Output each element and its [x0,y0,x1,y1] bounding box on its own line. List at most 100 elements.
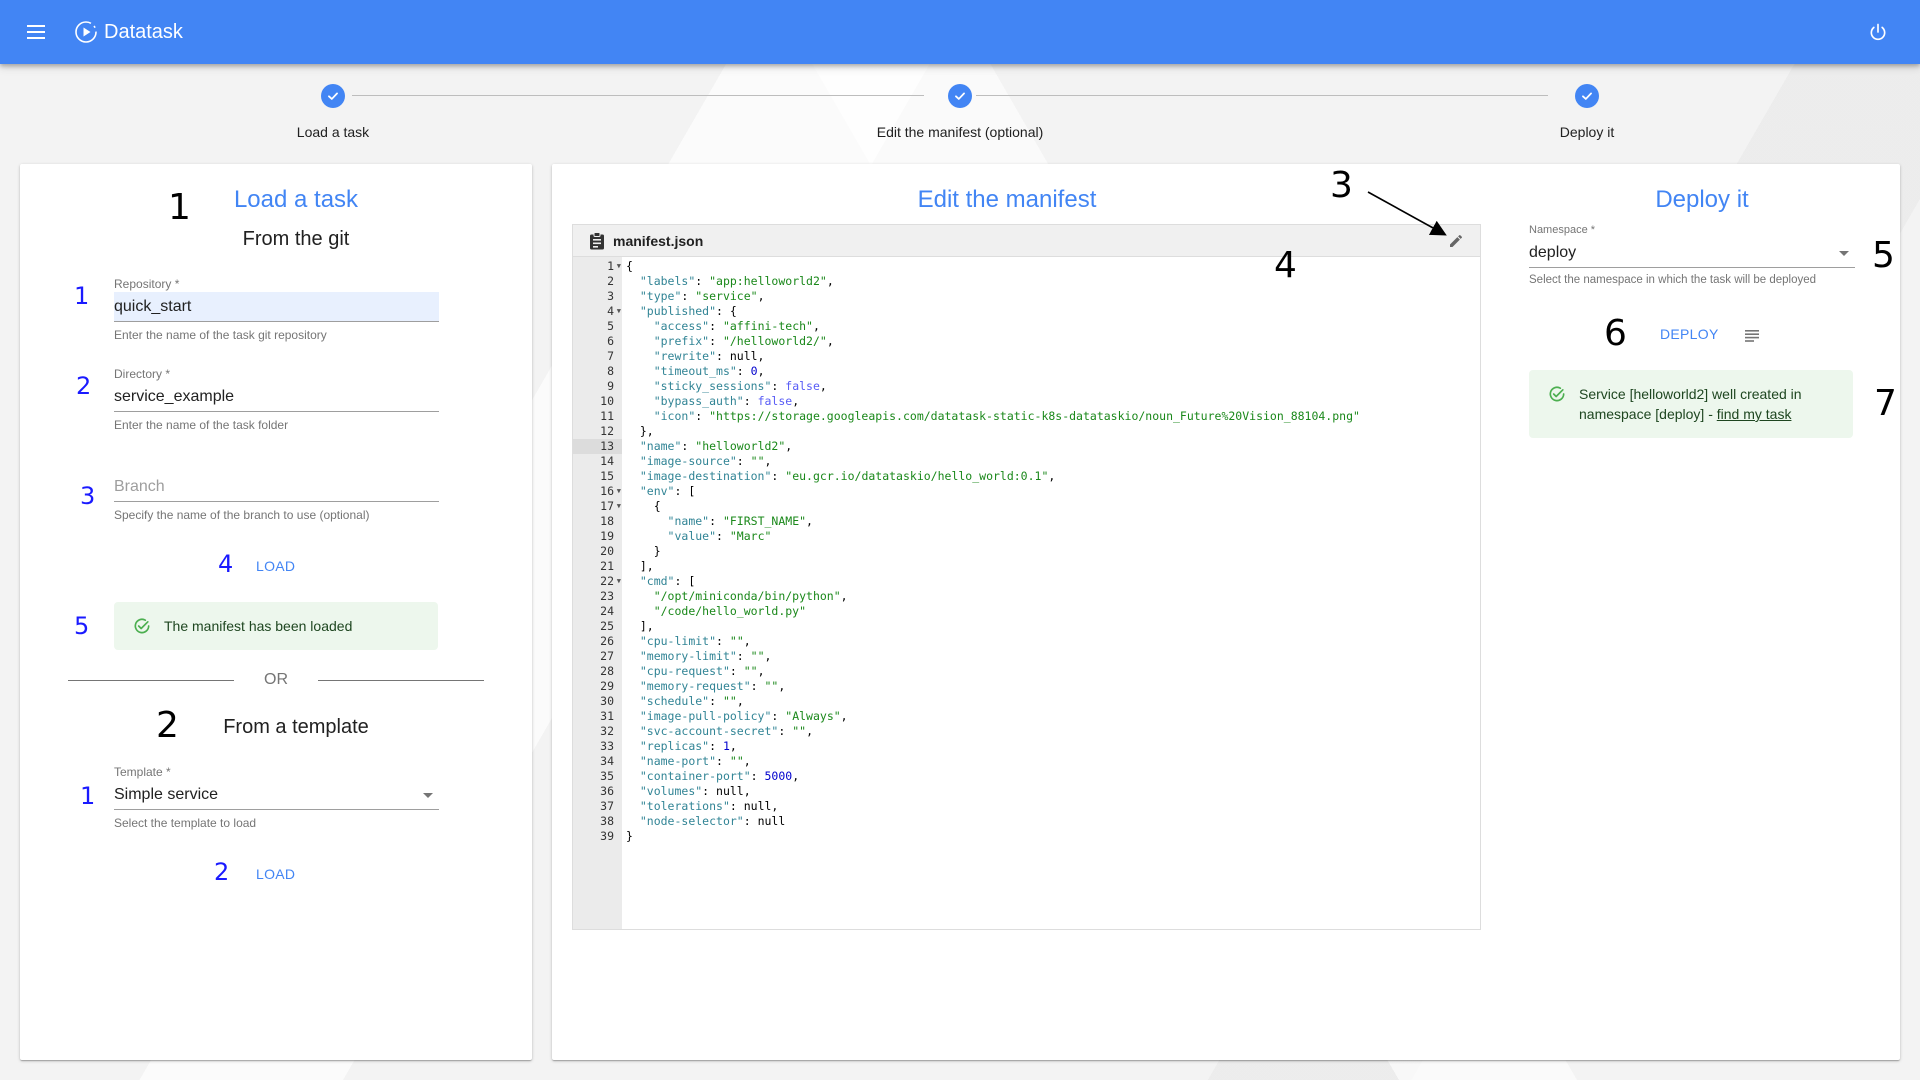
annotation-number: 4 [218,550,234,578]
code-line: ], [626,559,654,573]
line-number: 18 [600,514,614,528]
template-value: Simple service [114,786,219,803]
editor-header: manifest.json [573,225,1480,257]
code-line: { [626,499,661,513]
line-number: 6 [607,334,614,348]
editor-body[interactable]: 1 ▼ 2 3 4 ▼ 5 6 7 8 9 10 11 12 13 14 15 16 ▼ 17 ▼ 18 19 20 21 22 ▼… [573,257,1480,929]
code-line: "node-selector": null [639,814,786,828]
check-icon [321,84,345,108]
annotation-number: 7 [1874,383,1897,424]
repository-label: Repository * [114,277,180,291]
step-load[interactable]: Load a task [183,80,483,140]
code-area[interactable]: { "labels": "app:helloworld2", "type": "… [622,257,1480,929]
code-line: "icon": "https://storage.googleapis.com/… [653,409,1360,423]
line-number: 11 [600,409,614,423]
code-line: "cmd": [ [639,574,696,588]
template-select[interactable]: Simple service [114,780,439,810]
step-label: Load a task [296,124,370,140]
line-number: 34 [600,754,614,768]
repository-hint: Enter the name of the task git repositor… [114,328,327,342]
repository-input[interactable]: quick_start [114,292,439,322]
line-number: 1 ▼ [607,259,621,274]
load-git-button[interactable]: LOAD [246,552,305,580]
namespace-label: Namespace * [1529,224,1596,236]
check-icon [948,84,972,108]
deploy-success-message: Service [helloworld2] well created in na… [1579,386,1802,422]
fold-arrow-icon[interactable]: ▼ [617,259,621,274]
code-line: "name": "helloworld2", [639,439,793,453]
step-deploy[interactable]: Deploy it [1437,80,1737,140]
step-edit[interactable]: Edit the manifest (optional) [810,80,1110,140]
deploy-success-alert: Service [helloworld2] well created in na… [1529,370,1853,438]
line-number: 3 [607,289,614,303]
code-line: "prefix": "/helloworld2/", [653,334,834,348]
line-number: 8 [607,364,614,378]
code-line: "rewrite": null, [653,349,765,363]
success-check-icon [1549,386,1565,402]
line-number: 32 [600,724,614,738]
line-number: 27 [600,649,614,663]
step-label: Deploy it [1559,124,1615,140]
branch-input[interactable]: Branch [114,472,439,502]
namespace-select[interactable]: deploy [1529,238,1855,268]
annotation-number: 6 [1604,313,1627,354]
code-line: "name": "FIRST_NAME", [667,514,813,528]
code-line: "bypass_auth": false, [653,394,800,408]
annotation-number: 3 [80,482,96,510]
line-number-gutter: 1 ▼ 2 3 4 ▼ 5 6 7 8 9 10 11 12 13 14 15 16 ▼ 17 ▼ 18 19 20 21 22 ▼… [573,257,622,929]
code-line: "image-pull-policy": "Always", [639,709,848,723]
deploy-button[interactable]: DEPLOY [1650,320,1729,348]
template-field: Template * Simple service Select the tem… [114,764,439,830]
load-template-button[interactable]: LOAD [246,860,305,888]
logs-button[interactable] [1740,324,1764,348]
line-number: 37 [600,799,614,813]
manifest-loaded-alert: The manifest has been loaded [114,602,438,650]
repository-field: Repository * quick_start Enter the name … [114,276,439,342]
code-line: "value": "Marc" [667,529,772,543]
directory-input[interactable]: service_example [114,382,439,412]
stepper: Load a task Edit the manifest (optional)… [0,80,1920,150]
fold-arrow-icon[interactable]: ▼ [617,499,621,514]
code-line: "access": "affini-tech", [653,319,820,333]
code-line: "schedule": "", [639,694,744,708]
code-line: "timeout_ms": 0, [653,364,765,378]
find-my-task-link[interactable]: find my task [1717,406,1792,422]
code-line: "cpu-request": "", [639,664,765,678]
manifest-deploy-card: Edit the manifest 3 manifest.json 1 ▼ 2 3 4 ▼… [552,164,1900,1060]
annotation-arrow [1367,191,1447,236]
line-number: 15 [600,469,614,483]
menu-button[interactable] [12,8,60,56]
code-line: "type": "service", [639,289,765,303]
fold-arrow-icon[interactable]: ▼ [617,484,621,499]
line-number: 26 [600,634,614,648]
code-line: "env": [ [639,484,696,498]
line-number: 13 [573,439,622,454]
code-line: "image-source": "", [639,454,772,468]
directory-hint: Enter the name of the task folder [114,418,289,432]
code-line: "/opt/miniconda/bin/python", [653,589,848,603]
line-number: 17 ▼ [600,499,621,514]
code-line: "memory-request": "", [639,679,786,693]
clipboard-icon [590,231,604,249]
edit-manifest-title: Edit the manifest [917,186,1097,213]
app-bar: Datatask [0,0,1920,64]
fold-arrow-icon[interactable]: ▼ [617,304,621,319]
code-line: "container-port": 5000, [639,769,800,783]
fold-arrow-icon[interactable]: ▼ [617,574,621,589]
from-template-subtitle: From a template [223,716,369,738]
namespace-hint: Select the namespace in which the task w… [1529,274,1817,286]
line-number: 33 [600,739,614,753]
template-hint: Select the template to load [114,816,257,830]
namespace-value: deploy [1529,244,1577,261]
line-number: 10 [600,394,614,408]
line-number: 20 [600,544,614,558]
logout-button[interactable] [1858,12,1898,52]
load-task-card: 1 Load a task From the git 1 Repository … [20,164,532,1060]
directory-label: Directory * [114,367,171,381]
editor-filename: manifest.json [613,232,704,249]
annotation-number: 2 [214,858,230,886]
annotation-number: 1 [168,187,191,228]
code-line: "/code/hello_world.py" [653,604,807,618]
directory-field: Directory * service_example Enter the na… [114,366,439,432]
check-icon [1575,84,1599,108]
